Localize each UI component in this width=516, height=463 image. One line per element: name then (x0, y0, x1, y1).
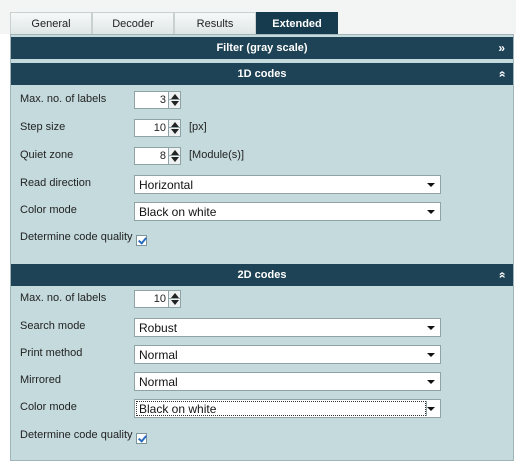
codes-1d-title: 1D codes (237, 68, 287, 80)
codes-1d-section-header[interactable]: 1D codes » (11, 63, 513, 85)
dropdown-arrow-icon[interactable] (427, 380, 435, 384)
arrow-down-icon[interactable] (171, 101, 179, 106)
expand-chevron-icon[interactable]: » (498, 37, 505, 59)
codes-2d-print-method-row: Print method Normal (11, 341, 513, 368)
stepper-value: 8 (159, 150, 166, 162)
codes-2d-section-header[interactable]: 2D codes » (11, 264, 513, 286)
checkmark-icon (138, 235, 147, 245)
stepper-value: 10 (153, 293, 166, 305)
dropdown-arrow-icon[interactable] (427, 326, 435, 330)
dropdown-arrow-icon[interactable] (427, 183, 435, 187)
arrow-down-icon[interactable] (171, 157, 179, 162)
tab-general[interactable]: General (10, 12, 92, 34)
read-direction-select[interactable]: Horizontal (134, 175, 441, 194)
determine-quality-checkbox[interactable] (136, 235, 147, 246)
filter-section-title: Filter (gray scale) (216, 42, 308, 54)
select-value: Black on white (139, 402, 217, 416)
color-mode-select[interactable]: Black on white (134, 202, 441, 221)
search-mode-select[interactable]: Robust (134, 318, 441, 337)
field-label: Determine code quality (20, 429, 133, 441)
select-value: Robust (139, 321, 178, 335)
field-label: Search mode (20, 320, 86, 332)
codes-1d-quality-row: Determine code quality (11, 227, 513, 261)
codes-1d-step-size-row: Step size 10 [px] (11, 115, 513, 142)
determine-quality-checkbox[interactable] (136, 433, 147, 444)
unit-label: [Module(s)] (189, 149, 245, 161)
tab-extended[interactable]: Extended (256, 12, 338, 34)
collapse-chevron-icon[interactable]: » (491, 272, 513, 279)
dropdown-arrow-icon[interactable] (427, 353, 435, 357)
stepper-buttons[interactable] (168, 148, 180, 164)
codes-2d-quality-row: Determine code quality (11, 425, 513, 459)
field-label: Determine code quality (20, 231, 133, 243)
codes-2d-mirrored-row: Mirrored Normal (11, 368, 513, 395)
field-label: Quiet zone (20, 149, 74, 161)
checkmark-icon (138, 433, 147, 443)
codes-1d-read-direction-row: Read direction Horizontal (11, 171, 513, 198)
field-label: Max. no. of labels (20, 93, 107, 105)
tab-decoder[interactable]: Decoder (92, 12, 174, 34)
stepper-buttons[interactable] (168, 92, 180, 108)
codes-1d-max-labels-row: Max. no. of labels 3 (11, 87, 513, 114)
select-value: Normal (139, 375, 178, 389)
mirrored-select[interactable]: Normal (134, 372, 441, 391)
collapse-chevron-icon[interactable]: » (491, 71, 513, 78)
arrow-down-icon[interactable] (171, 129, 179, 134)
field-label: Read direction (20, 177, 91, 189)
codes-2d-title: 2D codes (237, 269, 287, 281)
field-label: Color mode (20, 401, 77, 413)
print-method-select[interactable]: Normal (134, 345, 441, 364)
max-labels-stepper[interactable]: 10 (134, 290, 181, 308)
step-size-stepper[interactable]: 10 (134, 119, 181, 137)
field-label: Color mode (20, 204, 77, 216)
codes-2d-color-mode-row: Color mode Black on white (11, 395, 513, 422)
arrow-down-icon[interactable] (171, 300, 179, 305)
quiet-zone-stepper[interactable]: 8 (134, 147, 181, 165)
codes-2d-max-labels-row: Max. no. of labels 10 (11, 286, 513, 313)
max-labels-stepper[interactable]: 3 (134, 91, 181, 109)
color-mode-select[interactable]: Black on white (134, 399, 441, 418)
field-label: Mirrored (20, 374, 61, 386)
field-label: Step size (20, 121, 66, 133)
codes-1d-quiet-zone-row: Quiet zone 8 [Module(s)] (11, 143, 513, 170)
select-value: Normal (139, 348, 178, 362)
codes-2d-search-mode-row: Search mode Robust (11, 314, 513, 341)
stepper-value: 10 (153, 122, 166, 134)
stepper-buttons[interactable] (168, 291, 180, 307)
tab-bar: General Decoder Results Extended (0, 0, 516, 34)
dropdown-arrow-icon[interactable] (427, 210, 435, 214)
filter-section-header[interactable]: Filter (gray scale) » (11, 37, 513, 59)
select-value: Horizontal (139, 178, 194, 192)
extended-settings-panel: Filter (gray scale) » 1D codes » Max. no… (10, 34, 514, 461)
stepper-value: 3 (159, 94, 166, 106)
dropdown-arrow-icon[interactable] (427, 407, 435, 411)
codes-1d-color-mode-row: Color mode Black on white (11, 198, 513, 225)
tab-results[interactable]: Results (174, 12, 256, 34)
field-label: Print method (20, 347, 83, 359)
field-label: Max. no. of labels (20, 292, 107, 304)
unit-label: [px] (189, 121, 207, 133)
select-value: Black on white (139, 205, 217, 219)
stepper-buttons[interactable] (168, 120, 180, 136)
